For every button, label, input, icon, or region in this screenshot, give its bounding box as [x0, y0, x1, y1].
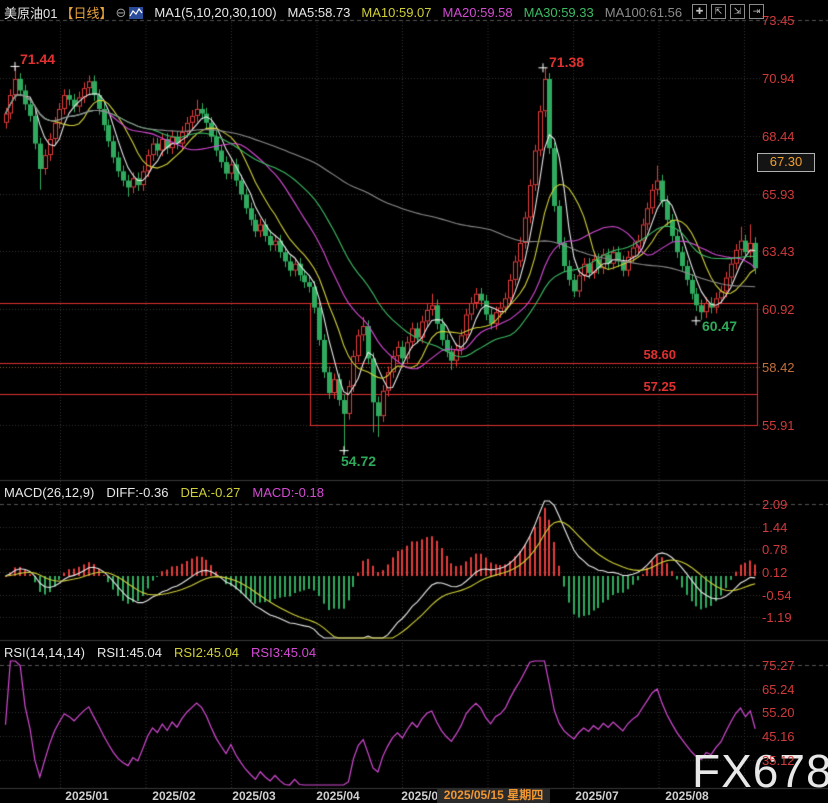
collapse-icon[interactable]: ⊖	[115, 5, 126, 21]
ma20-value: MA20:59.58	[443, 5, 513, 20]
month-label: 2025/02	[152, 789, 195, 803]
price-tick: 65.93	[762, 187, 795, 202]
support-line-label-1: 58.60	[600, 347, 676, 362]
exit-icon[interactable]: ⇥	[749, 4, 764, 19]
month-label: 2025/03	[232, 789, 275, 803]
rsi-header: RSI(14,14,14) RSI1:45.04 RSI2:45.04 RSI3…	[4, 645, 316, 660]
main-header: 美原油01 【日线】 ⊖ MA1(5,10,20,30,100) MA5:58.…	[4, 3, 682, 22]
price-tick: 68.44	[762, 129, 795, 144]
watermark-logo: FX678	[692, 744, 828, 798]
macd-diff-value: DIFF:-0.36	[106, 485, 168, 500]
current-price-badge: 67.30	[757, 153, 815, 172]
chart-canvas[interactable]	[0, 0, 828, 803]
recent-low-label: 60.47	[702, 318, 737, 334]
macd-title[interactable]: MACD(26,12,9)	[4, 485, 94, 500]
rsi2-value: RSI2:45.04	[174, 645, 239, 660]
rsi-tick: 35.12	[762, 753, 795, 768]
spike-high-label: 71.38	[549, 54, 584, 70]
scale-left-icon[interactable]: ⇱	[711, 4, 726, 19]
rsi-tick: 75.27	[762, 658, 795, 673]
rsi1-value: RSI1:45.04	[97, 645, 162, 660]
ma30-value: MA30:59.33	[524, 5, 594, 20]
macd-tick: 2.09	[762, 497, 787, 512]
macd-tick: 0.78	[762, 542, 787, 557]
symbol-name: 美原油01	[4, 3, 57, 22]
macd-tick: -0.54	[762, 588, 792, 603]
month-label: 2025/08	[665, 789, 708, 803]
month-label: 2025/07	[575, 789, 618, 803]
month-label: 2025/01	[65, 789, 108, 803]
period-label[interactable]: 【日线】	[60, 3, 112, 22]
rsi-tick: 45.16	[762, 729, 795, 744]
crosshair-date-badge: 2025/05/15 星期四	[437, 788, 550, 803]
rsi-tick: 55.20	[762, 705, 795, 720]
price-tick: 55.91	[762, 418, 795, 433]
chart-type-icon[interactable]	[129, 7, 143, 19]
macd-tick: 0.12	[762, 565, 787, 580]
rsi3-value: RSI3:45.04	[251, 645, 316, 660]
price-tick: 60.92	[762, 302, 795, 317]
toolbar: ✚ ⇱ ⇲ ⇥	[692, 4, 764, 19]
price-tick: 63.43	[762, 244, 795, 259]
rsi-tick: 65.24	[762, 682, 795, 697]
macd-dea-value: DEA:-0.27	[180, 485, 240, 500]
price-tick: 73.45	[762, 13, 795, 28]
ma-group-label[interactable]: MA1(5,10,20,30,100)	[154, 5, 276, 20]
month-label: 2025/04	[316, 789, 359, 803]
chart-high-label: 71.44	[20, 51, 55, 67]
macd-header: MACD(26,12,9) DIFF:-0.36 DEA:-0.27 MACD:…	[4, 485, 324, 500]
ma10-value: MA10:59.07	[361, 5, 431, 20]
macd-macd-value: MACD:-0.18	[252, 485, 324, 500]
prev-close-tick: 58.42	[762, 360, 795, 375]
price-tick: 70.94	[762, 71, 795, 86]
macd-tick: -1.19	[762, 610, 792, 625]
scale-right-icon[interactable]: ⇲	[730, 4, 745, 19]
ma5-value: MA5:58.73	[288, 5, 351, 20]
rsi-title[interactable]: RSI(14,14,14)	[4, 645, 85, 660]
trading-chart-app: 美原油01 【日线】 ⊖ MA1(5,10,20,30,100) MA5:58.…	[0, 0, 828, 803]
macd-tick: 1.44	[762, 520, 787, 535]
chart-low-label: 54.72	[341, 453, 376, 469]
pan-icon[interactable]: ✚	[692, 4, 707, 19]
support-line-label-2: 57.25	[600, 379, 676, 394]
ma100-value: MA100:61.56	[605, 5, 682, 20]
